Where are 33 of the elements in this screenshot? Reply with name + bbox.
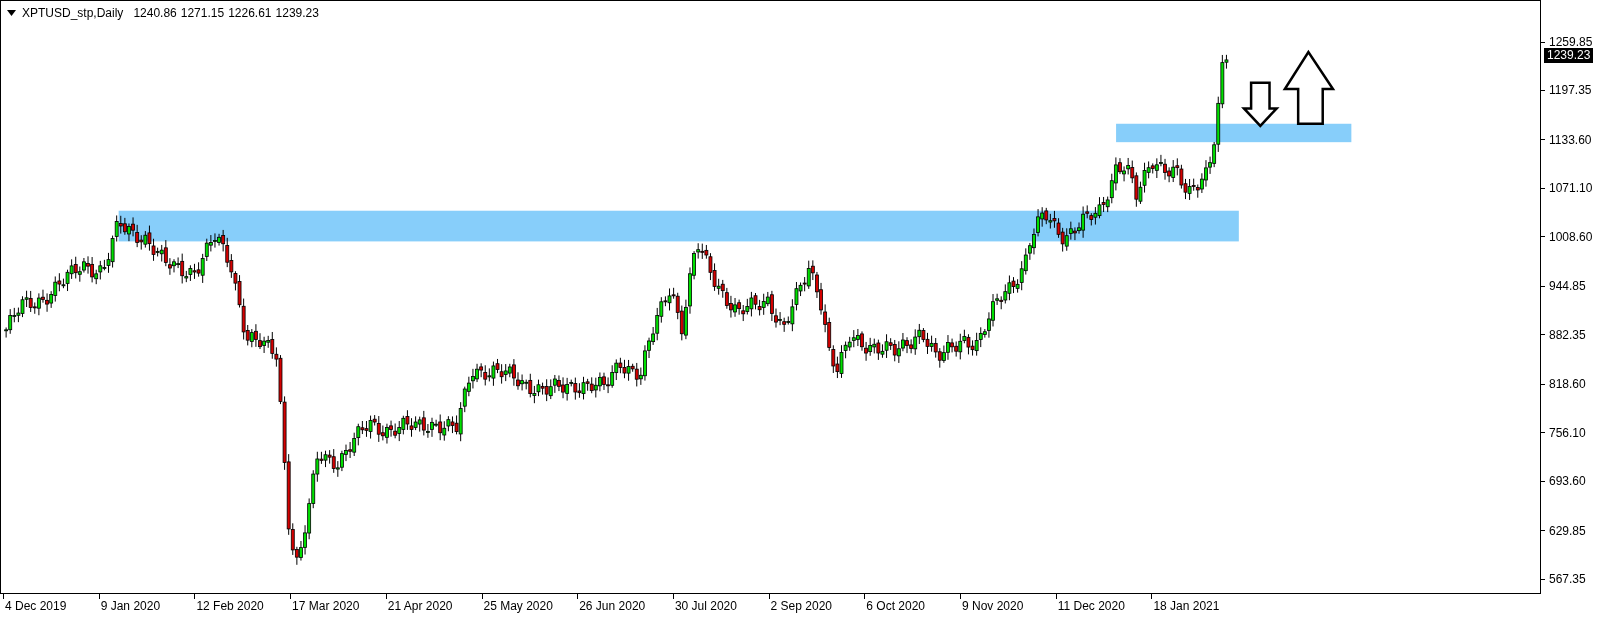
price-label: 1008.60 xyxy=(1549,228,1593,245)
date-label: 17 Mar 2020 xyxy=(292,598,360,615)
date-label: 18 Jan 2021 xyxy=(1153,598,1220,615)
price-label: 756.10 xyxy=(1549,424,1586,441)
price-label: 629.85 xyxy=(1549,522,1586,539)
price-label: 1071.10 xyxy=(1549,180,1593,197)
date-label: 12 Feb 2020 xyxy=(196,598,264,615)
down-arrow xyxy=(1241,81,1280,128)
date-label: 11 Dec 2020 xyxy=(1057,598,1125,615)
date-label: 9 Jan 2020 xyxy=(100,598,161,615)
date-label: 9 Nov 2020 xyxy=(962,598,1024,615)
ohlc-value: 1239.23 xyxy=(275,5,319,22)
date-label: 2 Sep 2020 xyxy=(770,598,832,615)
price-label: 693.60 xyxy=(1549,473,1586,490)
date-label: 26 Jun 2020 xyxy=(579,598,646,615)
date-label: 6 Oct 2020 xyxy=(866,598,925,615)
price-label: 1197.35 xyxy=(1549,82,1592,99)
dropdown-triangle-icon[interactable] xyxy=(7,10,16,16)
ohlc-value: 1226.61 xyxy=(228,5,272,22)
price-label: 882.35 xyxy=(1549,326,1586,343)
price-label: 944.85 xyxy=(1549,278,1586,295)
date-label: 4 Dec 2019 xyxy=(5,598,67,615)
price-label: 818.60 xyxy=(1549,376,1586,393)
price-label: 567.35 xyxy=(1549,571,1586,587)
price-label: 1133.60 xyxy=(1549,131,1592,148)
symbol-label: XPTUSD_stp,Daily xyxy=(22,5,124,22)
date-label: 30 Jul 2020 xyxy=(674,598,737,615)
ohlc-value: 1271.15 xyxy=(180,5,225,22)
current-price-label: 1239.23 xyxy=(1544,48,1594,63)
price-label: 1259.85 xyxy=(1549,34,1593,50)
date-label: 21 Apr 2020 xyxy=(387,598,453,615)
ohlc-value: 1240.86 xyxy=(133,5,177,22)
date-label: 25 May 2020 xyxy=(483,598,553,615)
